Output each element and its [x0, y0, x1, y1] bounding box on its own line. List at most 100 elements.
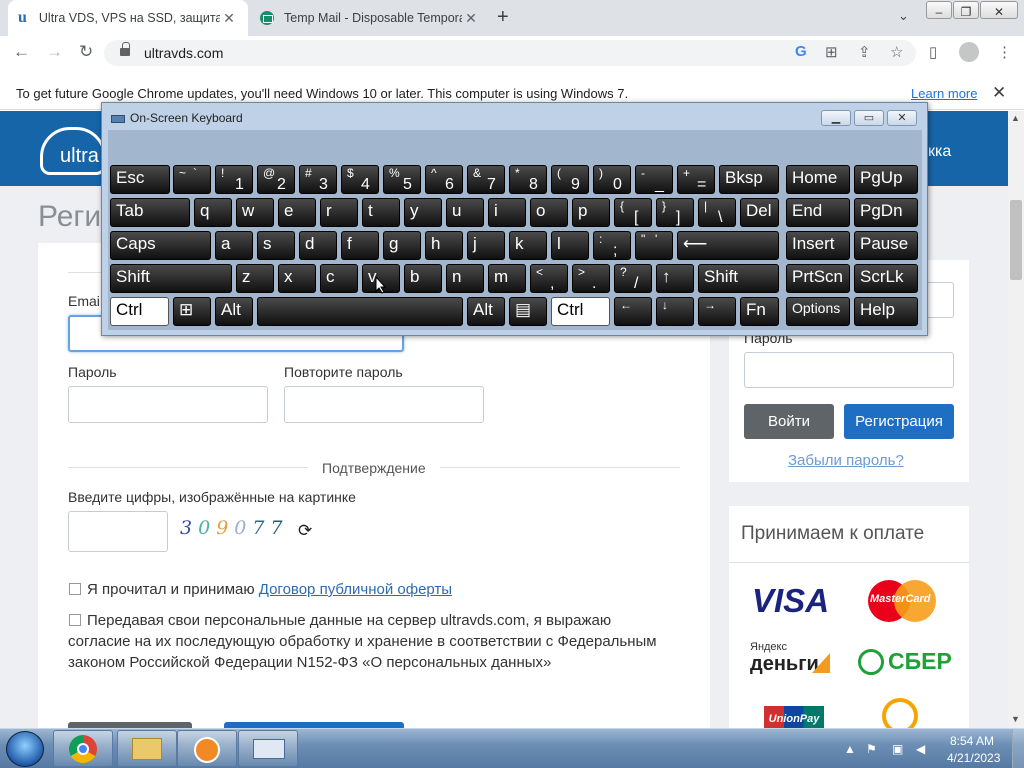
translate-icon[interactable]: ⊞: [825, 43, 838, 61]
key-8[interactable]: * 8: [509, 165, 547, 194]
header-account-link[interactable]: кка: [928, 143, 951, 161]
start-button[interactable]: [6, 731, 44, 767]
key-ctrl-left[interactable]: Ctrl: [110, 297, 169, 326]
key-k[interactable]: k: [509, 231, 547, 260]
key-q[interactable]: q: [194, 198, 232, 227]
tab-ultravds[interactable]: u Ultra VDS, VPS на SSD, защита с ✕: [8, 0, 248, 36]
key-d[interactable]: d: [299, 231, 337, 260]
url-text[interactable]: ultravds.com: [144, 45, 223, 61]
key-backspace[interactable]: Bksp: [719, 165, 779, 194]
key-p[interactable]: p: [572, 198, 610, 227]
key-help[interactable]: Help: [854, 297, 918, 326]
key-u[interactable]: u: [446, 198, 484, 227]
key-2[interactable]: @2: [257, 165, 295, 194]
key-arrow-down[interactable]: ↓: [656, 297, 694, 326]
key-e[interactable]: e: [278, 198, 316, 227]
scroll-down-arrow-icon[interactable]: ▼: [1011, 714, 1020, 724]
osk-minimize-button[interactable]: ▁: [821, 110, 851, 126]
key-close-bracket[interactable]: }]: [656, 198, 694, 227]
key-home[interactable]: Home: [786, 165, 850, 194]
key-semicolon[interactable]: :;: [593, 231, 631, 260]
key-tab[interactable]: Tab: [110, 198, 190, 227]
tab-close-icon[interactable]: ✕: [220, 10, 238, 27]
key-r[interactable]: r: [320, 198, 358, 227]
tab-temp-mail[interactable]: Temp Mail - Disposable Tempora ✕: [250, 0, 490, 36]
key-slash[interactable]: ? /: [614, 264, 652, 293]
agree-checkbox[interactable]: [69, 583, 81, 595]
captcha-field[interactable]: [68, 511, 168, 552]
password-field[interactable]: [68, 386, 268, 423]
key-esc[interactable]: Esc: [110, 165, 170, 194]
key-5[interactable]: % 5: [383, 165, 421, 194]
forward-arrow-icon[interactable]: →: [46, 42, 63, 62]
key-fn[interactable]: Fn: [740, 297, 779, 326]
taskbar-media-player-button[interactable]: [177, 730, 237, 767]
key-y[interactable]: y: [404, 198, 442, 227]
key-space[interactable]: [257, 297, 463, 326]
key-alt-right[interactable]: Alt: [467, 297, 505, 326]
reload-icon[interactable]: ↻: [79, 42, 93, 62]
key-pause[interactable]: Pause: [854, 231, 918, 260]
learn-more-link[interactable]: Learn more: [911, 86, 977, 101]
key-tilde[interactable]: ~ `: [173, 165, 211, 194]
key-open-bracket[interactable]: {[: [614, 198, 652, 227]
action-center-flag-icon[interactable]: ⚑: [866, 742, 877, 756]
key-w[interactable]: w: [236, 198, 274, 227]
key-7[interactable]: & 7: [467, 165, 505, 194]
show-desktop-button[interactable]: [1012, 729, 1024, 768]
key-context-menu[interactable]: ▤: [509, 297, 547, 326]
key-z[interactable]: z: [236, 264, 274, 293]
network-icon[interactable]: ▣: [892, 742, 903, 756]
key-4[interactable]: $4: [341, 165, 379, 194]
key-shift-left[interactable]: Shift: [110, 264, 232, 293]
key-period[interactable]: >.: [572, 264, 610, 293]
taskbar-explorer-button[interactable]: [117, 730, 177, 767]
key-insert[interactable]: Insert: [786, 231, 850, 260]
taskbar-chrome-button[interactable]: [53, 730, 113, 767]
key-l[interactable]: l: [551, 231, 589, 260]
key-m[interactable]: m: [488, 264, 526, 293]
volume-icon[interactable]: ◀: [916, 742, 925, 756]
key-t[interactable]: t: [362, 198, 400, 227]
key-a[interactable]: a: [215, 231, 253, 260]
key-0[interactable]: ) 0: [593, 165, 631, 194]
key-arrow-left[interactable]: ←: [614, 297, 652, 326]
key-alt-left[interactable]: Alt: [215, 297, 253, 326]
key-arrow-up[interactable]: ↑: [656, 264, 694, 293]
key-caps[interactable]: Caps: [110, 231, 211, 260]
key-arrow-right[interactable]: →: [698, 297, 736, 326]
key-s[interactable]: s: [257, 231, 295, 260]
captcha-refresh-icon[interactable]: ⟳: [298, 521, 312, 541]
key-x[interactable]: x: [278, 264, 316, 293]
minimize-button[interactable]: ‒: [926, 1, 952, 19]
key-i[interactable]: i: [488, 198, 526, 227]
key-j[interactable]: j: [467, 231, 505, 260]
key-3[interactable]: #3: [299, 165, 337, 194]
forgot-password-link[interactable]: Забыли пароль?: [788, 452, 904, 469]
key-g[interactable]: g: [383, 231, 421, 260]
key-shift-right[interactable]: Shift: [698, 264, 779, 293]
osk-restore-button[interactable]: ▭: [854, 110, 884, 126]
infobar-close-icon[interactable]: ✕: [992, 83, 1006, 103]
menu-kebab-icon[interactable]: ⋮: [997, 43, 1012, 61]
close-window-button[interactable]: ✕: [980, 1, 1018, 19]
register-button[interactable]: Регистрация: [844, 404, 954, 439]
key-del[interactable]: Del: [740, 198, 779, 227]
offer-agreement-link[interactable]: Договор публичной оферты: [259, 581, 452, 598]
key-h[interactable]: h: [425, 231, 463, 260]
scroll-up-arrow-icon[interactable]: ▲: [1011, 113, 1020, 123]
key-backslash[interactable]: | \: [698, 198, 736, 227]
key-enter[interactable]: ⟵: [677, 231, 779, 260]
key-c[interactable]: c: [320, 264, 358, 293]
key-n[interactable]: n: [446, 264, 484, 293]
key-windows[interactable]: ⊞: [173, 297, 211, 326]
key-1[interactable]: ! 1: [215, 165, 253, 194]
taskbar-osk-button[interactable]: [238, 730, 298, 767]
profile-avatar[interactable]: [959, 42, 979, 62]
key-pgup[interactable]: PgUp: [854, 165, 918, 194]
login-button[interactable]: Войти: [744, 404, 834, 439]
key-comma[interactable]: <,: [530, 264, 568, 293]
side-panel-icon[interactable]: ▯: [929, 43, 937, 61]
scrollbar-thumb[interactable]: [1010, 200, 1022, 280]
key-9[interactable]: (9: [551, 165, 589, 194]
